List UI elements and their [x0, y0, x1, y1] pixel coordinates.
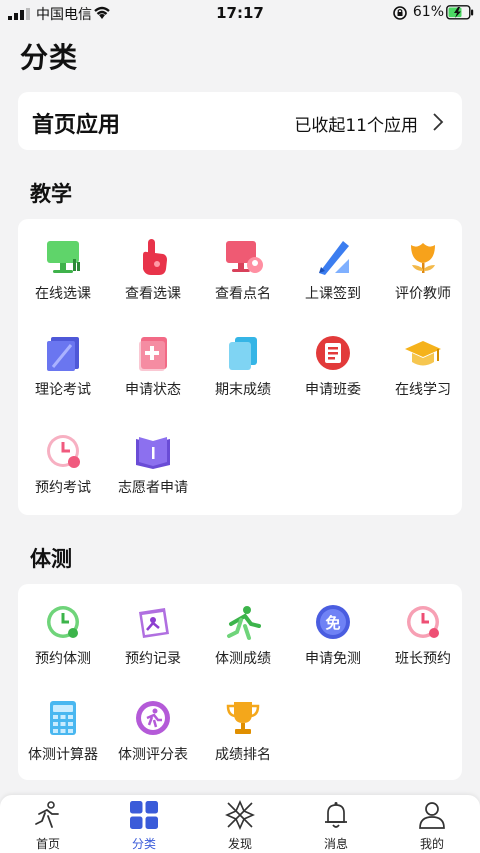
fitness-card: 预约体测 预约记录 体测成绩 免 申请免测 班长预约 体测计算器 体测评分表 成… — [18, 584, 462, 780]
grid-item-score-ranking[interactable]: 成绩排名 — [198, 698, 288, 778]
clock: 17:17 — [216, 4, 264, 22]
grid-item-label: 查看选课 — [125, 286, 181, 302]
grid-item-label: 在线学习 — [395, 382, 451, 398]
tab-discover[interactable]: 发现 — [192, 795, 288, 853]
clock-run-icon — [47, 606, 79, 638]
book-icon — [136, 437, 170, 469]
files-icon — [229, 337, 257, 370]
grid-item-online-course[interactable]: 在线选课 — [18, 237, 108, 317]
exempt-badge-icon: 免 — [316, 605, 350, 639]
grid-item-fitness-calculator[interactable]: 体测计算器 — [18, 698, 108, 778]
grid-item-label: 申请免测 — [305, 651, 361, 667]
status-bar: 中国电信 17:17 61% — [0, 0, 480, 26]
grid-item-view-rollcall[interactable]: 查看点名 — [198, 237, 288, 317]
pen-ruler-icon — [319, 241, 349, 275]
bottom-tab-bar: 首页 分类 发现 消息 我的 — [0, 795, 480, 853]
chevron-right-icon — [433, 113, 444, 131]
grid-item-label: 预约考试 — [35, 480, 91, 496]
clock-icon — [47, 435, 80, 468]
grid-item-monitor-booking[interactable]: 班长预约 — [378, 602, 468, 682]
grid-item-evaluate-teacher[interactable]: 评价教师 — [378, 237, 468, 317]
section-title-fitness: 体测 — [30, 547, 72, 571]
runner-sheet-icon — [136, 701, 170, 735]
teaching-card: 在线选课 查看选课 查看点名 上课签到 评价教师 理论考试 申请状态 期末成绩 … — [18, 219, 462, 515]
grid-item-label: 上课签到 — [305, 286, 361, 302]
tab-label: 分类 — [131, 837, 156, 851]
grid-item-label: 志愿者申请 — [118, 480, 188, 496]
hand-pointer-icon — [143, 239, 167, 275]
battery-icon — [446, 5, 474, 20]
grid-item-label: 申请班委 — [305, 382, 361, 398]
clock-person-icon — [407, 606, 439, 638]
monitor-icon — [47, 241, 80, 273]
grid-item-label: 预约体测 — [35, 651, 91, 667]
screen-user-icon — [226, 241, 263, 273]
doc-plus-icon — [139, 337, 167, 371]
user-icon — [419, 802, 445, 829]
rotation-lock-icon — [393, 6, 407, 20]
home-apps-row[interactable]: 首页应用 已收起11个应用 — [18, 92, 462, 150]
grid-item-label: 理论考试 — [35, 382, 91, 398]
trophy-icon — [226, 702, 260, 734]
home-apps-status: 已收起11个应用 — [294, 116, 418, 136]
calendar-run-icon — [139, 608, 169, 638]
grid-item-theory-exam[interactable]: 理论考试 — [18, 333, 108, 413]
grid-item-label: 成绩排名 — [215, 747, 271, 763]
runner-icon — [35, 801, 59, 828]
tab-label: 我的 — [419, 837, 444, 851]
grid-item-label: 期末成绩 — [215, 382, 271, 398]
grid-item-view-course[interactable]: 查看选课 — [108, 237, 198, 317]
grid-item-fitness-scoring-table[interactable]: 体测评分表 — [108, 698, 198, 778]
grad-cap-icon — [405, 341, 441, 366]
sprinter-icon — [227, 606, 261, 640]
page-title: 分类 — [20, 41, 79, 74]
grid-item-label: 在线选课 — [35, 286, 91, 302]
tab-messages[interactable]: 消息 — [288, 795, 384, 853]
tab-label: 首页 — [35, 837, 60, 851]
svg-text:免: 免 — [325, 614, 340, 632]
grid-item-label: 班长预约 — [395, 651, 451, 667]
tab-category[interactable]: 分类 — [96, 795, 192, 853]
grid-item-apply-exemption[interactable]: 免 申请免测 — [288, 602, 378, 682]
paper-icon — [47, 337, 79, 371]
grid-item-volunteer-application[interactable]: 志愿者申请 — [108, 431, 198, 511]
grid-item-final-grades[interactable]: 期末成绩 — [198, 333, 288, 413]
flower-icon — [411, 243, 435, 273]
tab-label: 发现 — [227, 837, 252, 851]
grid-item-application-status[interactable]: 申请状态 — [108, 333, 198, 413]
grid-item-label: 体测计算器 — [28, 747, 98, 763]
grid-icon — [130, 801, 158, 829]
tab-me[interactable]: 我的 — [384, 795, 480, 853]
form-icon — [316, 336, 350, 370]
bell-icon — [325, 802, 347, 828]
compass-icon — [225, 800, 255, 830]
home-apps-label: 首页应用 — [32, 113, 121, 138]
calculator-icon — [50, 701, 76, 735]
grid-item-fitness-scores[interactable]: 体测成绩 — [198, 602, 288, 682]
grid-item-booking-records[interactable]: 预约记录 — [108, 602, 198, 682]
grid-item-label: 申请状态 — [125, 382, 181, 398]
grid-item-book-exam[interactable]: 预约考试 — [18, 431, 108, 511]
grid-item-online-learning[interactable]: 在线学习 — [378, 333, 468, 413]
grid-item-apply-class-committee[interactable]: 申请班委 — [288, 333, 378, 413]
grid-item-class-signin[interactable]: 上课签到 — [288, 237, 378, 317]
grid-item-label: 体测成绩 — [215, 651, 271, 667]
grid-item-book-fitness-test[interactable]: 预约体测 — [18, 602, 108, 682]
grid-item-label: 评价教师 — [395, 286, 451, 302]
grid-item-label: 查看点名 — [215, 286, 271, 302]
battery-percent: 61% — [412, 4, 444, 20]
section-title-teaching: 教学 — [30, 182, 72, 206]
grid-item-label: 体测评分表 — [118, 747, 188, 763]
tab-home[interactable]: 首页 — [0, 795, 96, 853]
tab-label: 消息 — [323, 837, 348, 851]
grid-item-label: 预约记录 — [125, 651, 181, 667]
